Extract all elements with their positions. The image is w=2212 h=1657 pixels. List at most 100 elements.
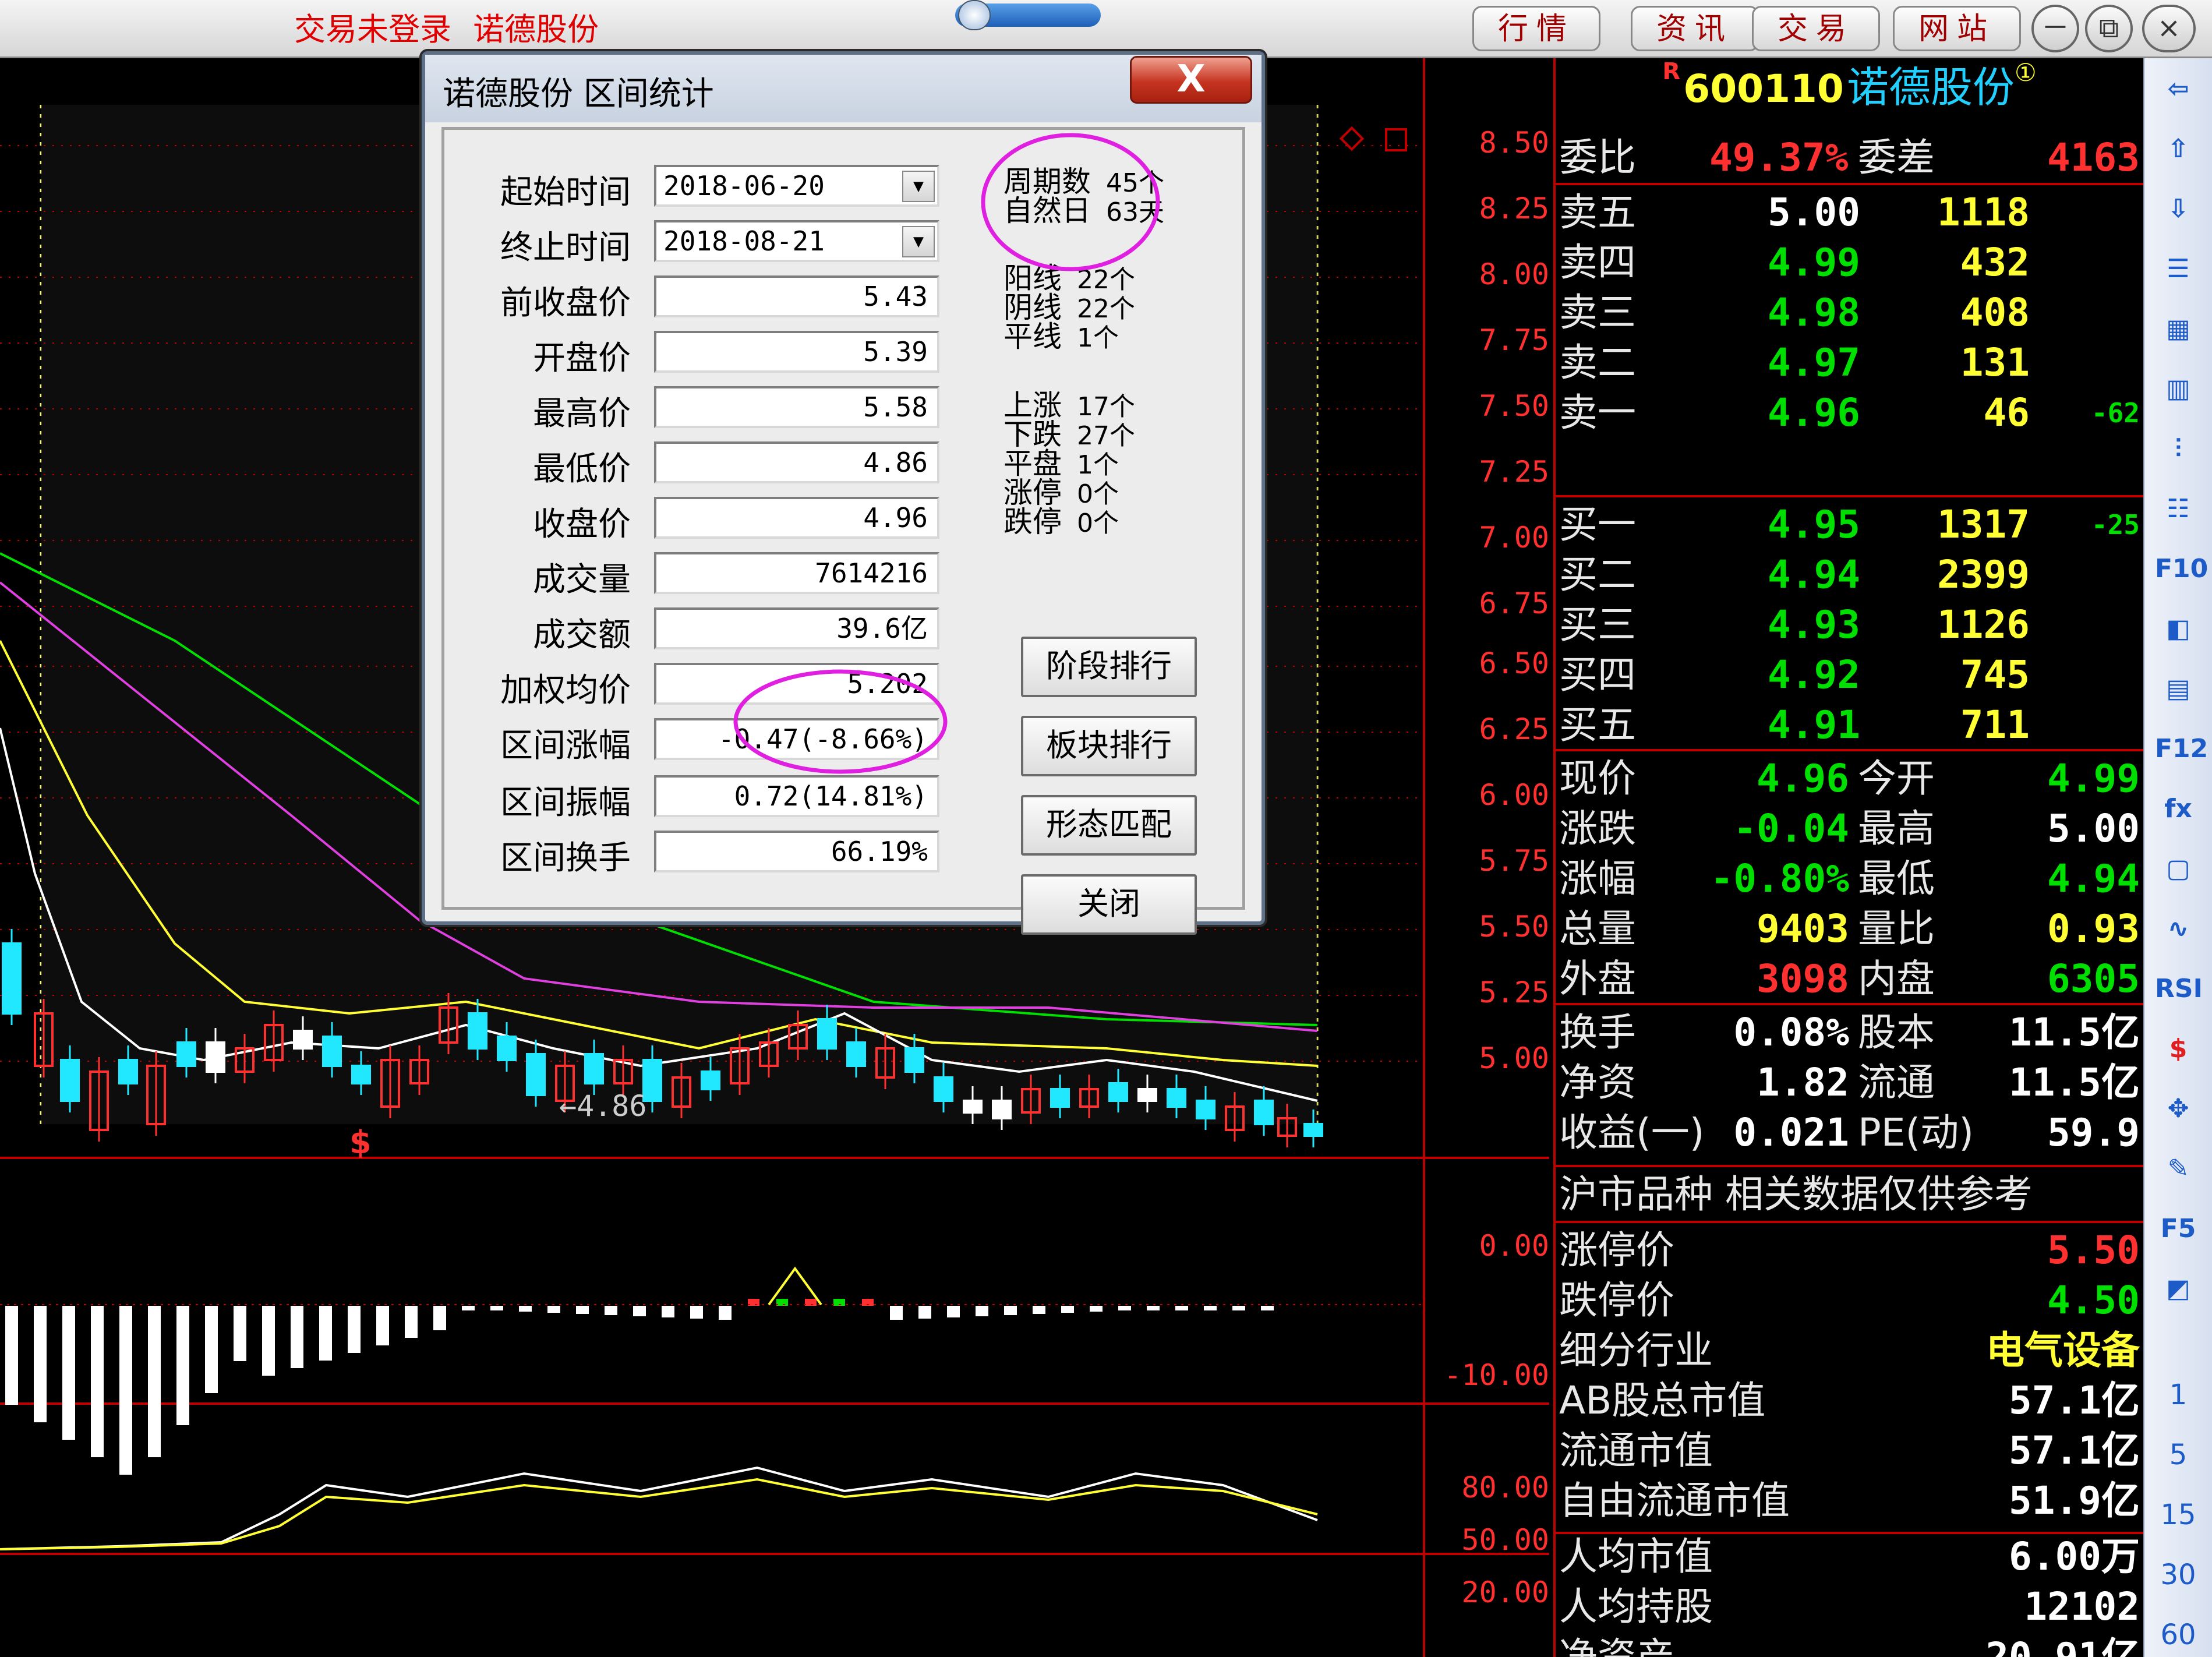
stat-entry: 平盘 1个 — [1003, 449, 1119, 479]
toolbar-tool-icon[interactable]: ⫶ — [2155, 429, 2202, 469]
macd-axis-label: 0.00 — [1479, 1229, 1549, 1263]
weibi-value: 49.37% — [1709, 135, 1849, 180]
readonly-field[interactable]: 66.19% — [654, 831, 939, 872]
macd-bar — [662, 1306, 674, 1317]
toolbar-tool-icon[interactable]: RSI — [2155, 969, 2203, 1009]
toolbar-tool-icon[interactable]: ◩ — [2155, 1269, 2202, 1309]
toolbar-tool-icon[interactable]: ▢ — [2155, 849, 2202, 889]
bid-change: -25 — [2091, 509, 2140, 540]
date-combo[interactable]: 2018-08-21 ▼ — [654, 220, 939, 262]
pattern-match-button[interactable]: 形态匹配 — [1021, 795, 1197, 856]
candle-body — [963, 1100, 983, 1114]
macd-bar — [34, 1306, 47, 1422]
readonly-field[interactable]: 39.6亿 — [654, 607, 939, 649]
dialog-close-button[interactable]: X — [1130, 56, 1252, 104]
macd-bar — [719, 1306, 732, 1320]
toolbar-tool-icon[interactable]: ☷ — [2155, 489, 2202, 529]
dropdown-arrow-icon[interactable]: ▼ — [902, 226, 935, 257]
toolbar-tool-icon[interactable]: ⇩ — [2155, 189, 2202, 229]
readonly-field[interactable]: 4.96 — [654, 497, 939, 539]
diamond-icon[interactable] — [1339, 126, 1365, 151]
readonly-field[interactable]: 0.72(14.81%) — [654, 775, 939, 817]
nav-news-button[interactable]: 资讯 — [1631, 6, 1759, 51]
extra-label: 净资产 — [1559, 1634, 1674, 1657]
close-dialog-button[interactable]: 关闭 — [1021, 874, 1197, 935]
ask-row: 卖三 4.98 408 — [1558, 288, 2143, 338]
ask-label: 卖二 — [1559, 340, 1636, 385]
stat-label: 外盘 — [1559, 956, 1636, 1001]
candle-body — [817, 1018, 837, 1050]
toolbar-tool-icon[interactable]: F5 — [2155, 1209, 2202, 1249]
fin-row: 换手 0.08% 股本 11.5亿 — [1558, 1008, 2143, 1058]
nav-trade-button[interactable]: 交易 — [1752, 6, 1880, 51]
toolbar-tool-icon[interactable]: fx — [2155, 789, 2202, 829]
toolbar-tool-icon[interactable]: ⇦ — [2155, 69, 2202, 109]
toolbar-tool-icon[interactable]: ☰ — [2155, 249, 2202, 289]
stat-value: 17个 — [1077, 392, 1135, 422]
quote-divider — [1556, 749, 2143, 751]
field-label: 加权均价 — [500, 672, 631, 709]
kdj-k-line — [0, 1466, 1318, 1550]
macd-bar — [1118, 1306, 1131, 1310]
readonly-field[interactable]: 5.39 — [654, 331, 939, 373]
period-button[interactable]: 1 — [2155, 1375, 2202, 1415]
extra-row: AB股总市值 57.1亿 — [1558, 1376, 2143, 1426]
period-button[interactable]: 30 — [2155, 1554, 2202, 1595]
weibi-row: 委比 49.37% 委差 4163 — [1558, 133, 2143, 183]
macd-bar — [376, 1306, 389, 1345]
market-note: 沪市品种 相关数据仅供参考 — [1558, 1170, 2143, 1220]
toolbar-tool-icon[interactable]: ✎ — [2155, 1149, 2202, 1189]
readonly-field[interactable]: 5.43 — [654, 275, 939, 317]
lower-axes: 0.00 -10.00 80.00 50.00 20.00 70000 — [1427, 58, 1549, 1657]
range-stats-dialog: 诺德股份 区间统计 X 起始时间 2018-06-20 ▼ 终止时间 2018-08-2… — [422, 51, 1265, 935]
bid-row: 买一 4.95 1317 -25 — [1558, 500, 2143, 550]
fin-value: 11.5亿 — [2009, 1010, 2140, 1055]
readonly-field[interactable]: -0.47(-8.66%) — [654, 718, 939, 760]
readonly-field[interactable]: 5.58 — [654, 386, 939, 428]
restore-button[interactable]: ⧉ — [2085, 5, 2133, 52]
nav-website-button[interactable]: 网站 — [1893, 6, 2021, 51]
field-value: 66.19% — [831, 836, 928, 867]
ask-volume: 1118 — [1937, 190, 2030, 235]
stage-rank-button[interactable]: 阶段排行 — [1021, 637, 1197, 697]
toolbar-tool-icon[interactable]: ∿ — [2155, 909, 2202, 949]
nav-market-button[interactable]: 行情 — [1472, 6, 1600, 51]
toolbar-tool-icon[interactable]: ⇧ — [2155, 129, 2202, 169]
close-app-button[interactable]: × — [2142, 5, 2196, 52]
fin-label: 收益(一) — [1559, 1110, 1705, 1155]
readonly-field[interactable]: 5.202 — [654, 663, 939, 705]
stock-code: 600110 — [1683, 66, 1844, 111]
period-button[interactable]: 5 — [2155, 1435, 2202, 1475]
dialog-title-bar[interactable]: 诺德股份 区间统计 X — [425, 55, 1262, 122]
stat-entry: 下跌 27个 — [1003, 420, 1135, 450]
toolbar-tool-icon[interactable]: ▤ — [2155, 669, 2202, 709]
toolbar-tool-icon[interactable]: ▥ — [2155, 369, 2202, 409]
stat-entry: 阳线 22个 — [1003, 264, 1135, 294]
extra-row: 人均市值 6.00万 — [1558, 1532, 2143, 1582]
readonly-field[interactable]: 7614216 — [654, 552, 939, 594]
period-button[interactable]: 15 — [2155, 1495, 2202, 1535]
zoom-slider-knob[interactable] — [958, 0, 991, 30]
toolbar-tool-icon[interactable]: $ — [2155, 1029, 2202, 1069]
stat-entry: 阴线 22个 — [1003, 293, 1135, 323]
toolbar-tool-icon[interactable]: ▦ — [2155, 309, 2202, 349]
ask-row: 卖四 4.99 432 — [1558, 238, 2143, 288]
candle-body — [934, 1076, 953, 1102]
toolbar-tool-icon[interactable]: ◧ — [2155, 609, 2202, 649]
date-combo[interactable]: 2018-06-20 ▼ — [654, 165, 939, 207]
toolbar-tool-icon[interactable]: F10 — [2155, 549, 2208, 589]
field-value: -0.47(-8.66%) — [718, 723, 928, 755]
minimize-button[interactable]: － — [2031, 5, 2079, 52]
stock-badge: R — [1662, 58, 1681, 85]
period-button[interactable]: 60 — [2155, 1614, 2202, 1655]
candle-body — [1050, 1088, 1070, 1108]
toolbar-tool-icon[interactable]: ✥ — [2155, 1089, 2202, 1129]
bid-label: 买五 — [1559, 702, 1636, 747]
dropdown-arrow-icon[interactable]: ▼ — [902, 171, 935, 202]
toolbar-tool-icon[interactable]: F12 — [2155, 729, 2208, 769]
panel-layout-icon[interactable] — [1385, 128, 1407, 151]
stat-entry: 跌停 0个 — [1003, 507, 1119, 537]
macd-bar — [947, 1306, 960, 1317]
sector-rank-button[interactable]: 板块排行 — [1021, 716, 1197, 776]
readonly-field[interactable]: 4.86 — [654, 441, 939, 483]
